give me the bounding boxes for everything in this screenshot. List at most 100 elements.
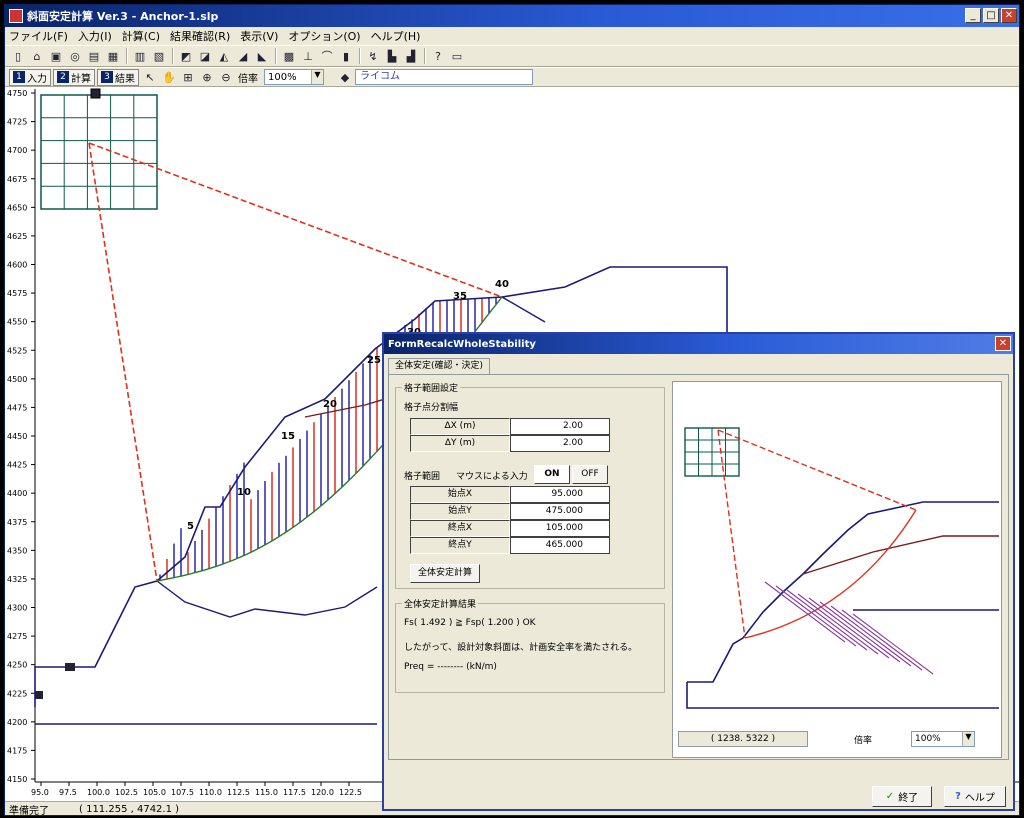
arc-icon[interactable]: ⌒ — [318, 47, 336, 65]
load-icon[interactable]: ◣ — [253, 47, 271, 65]
end-y-input[interactable]: 465.000 — [510, 537, 610, 554]
preview-zoom-value: 100% — [915, 734, 941, 744]
x-tick-label: 95.0 — [31, 788, 49, 797]
x-tick-label: 120.0 — [311, 788, 334, 797]
help-button[interactable]: ? ヘルプ — [944, 786, 1006, 807]
y-tick-label: 4675 — [7, 175, 27, 184]
exit-label: 終了 — [898, 793, 919, 804]
anchor-icon[interactable]: ⊥ — [299, 47, 317, 65]
chevron-down-icon: ▼ — [311, 70, 323, 84]
y-tick-label: 4550 — [7, 318, 27, 327]
menu-file[interactable]: ファイル(F) — [9, 28, 68, 44]
menu-input[interactable]: 入力(I) — [78, 28, 112, 44]
dialog-close-button[interactable]: ✕ — [995, 336, 1011, 351]
slice-number-label: 25 — [367, 355, 381, 366]
menu-results[interactable]: 結果確認(R) — [170, 28, 230, 44]
dx-label: ΔX (m) — [410, 418, 510, 435]
dx-input[interactable]: 2.00 — [510, 418, 610, 435]
x-tick-label: 122.5 — [339, 788, 362, 797]
y-tick-label: 4150 — [7, 775, 27, 784]
mode-input-button[interactable]: 1 入力 — [9, 68, 51, 86]
table-icon[interactable]: ▦ — [104, 47, 122, 65]
water-icon[interactable]: ◭ — [215, 47, 233, 65]
dy-input[interactable]: 2.00 — [510, 435, 610, 452]
dy-label: ΔY (m) — [410, 435, 510, 452]
x-tick-label: 117.5 — [283, 788, 306, 797]
result-group: 全体安定計算結果 Fs( 1.492 ) ≧ Fsp( 1.200 ) OK し… — [395, 597, 665, 693]
start-x-input[interactable]: 95.000 — [510, 486, 610, 503]
x-tick-label: 102.5 — [115, 788, 138, 797]
soil-icon[interactable]: ◪ — [196, 47, 214, 65]
window-title: 斜面安定計算 Ver.3 - Anchor-1.slp — [27, 10, 219, 23]
mode-toolbar: 1 入力 2 計算 3 結果 ↖ ✋ ⊞ ⊕ ⊖ 倍率 100% ▼ ◆ ライコム — [5, 67, 1019, 87]
slice-number-label: 35 — [453, 291, 467, 302]
preview-coords: ( 1238. 5322 ) — [678, 731, 808, 747]
mode-num: 1 — [13, 71, 25, 83]
y-tick-label: 4300 — [7, 604, 27, 613]
grid-border — [40, 94, 158, 210]
pointer-icon[interactable]: ↖ — [141, 68, 159, 86]
y-tick-label: 4750 — [7, 89, 27, 98]
zoom-select[interactable]: 100% ▼ — [264, 69, 324, 85]
menu-view[interactable]: 表示(V) — [240, 28, 278, 44]
x-tick-label: 97.5 — [59, 788, 77, 797]
print-preview-icon[interactable]: ◎ — [66, 47, 84, 65]
slice-number-label: 10 — [237, 487, 251, 498]
y-tick-label: 4400 — [7, 489, 27, 498]
y-tick-label: 4525 — [7, 346, 27, 355]
calc-icon[interactable]: ▮ — [337, 47, 355, 65]
preview-radius-right — [717, 429, 917, 511]
zoom-out-icon[interactable]: ⊖ — [217, 68, 235, 86]
layer-icon[interactable]: ◩ — [177, 47, 195, 65]
y-axis: 4750 4725 4700 4675 4650 4625 4600 4575 4550 4525… — [7, 89, 36, 784]
new-file-icon[interactable]: ▯ — [9, 47, 27, 65]
preview-zoom-select[interactable]: 100% ▼ — [911, 731, 975, 747]
menu-calc[interactable]: 計算(C) — [122, 28, 160, 44]
x-tick-label: 107.5 — [171, 788, 194, 797]
mouse-on-button[interactable]: ON — [534, 465, 570, 484]
open-file-icon[interactable]: ⌂ — [28, 47, 46, 65]
preview-anchor — [808, 597, 890, 659]
exit-button[interactable]: ✓ 終了 — [872, 786, 932, 807]
mouse-off-button[interactable]: OFF — [572, 465, 608, 484]
preview-base — [686, 682, 999, 709]
slope-icon[interactable]: ◢ — [234, 47, 252, 65]
mode-label: 入力 — [27, 73, 47, 85]
minimize-button[interactable]: _ — [965, 8, 981, 23]
y-tick-label: 4600 — [7, 261, 27, 270]
mode-calc-button[interactable]: 2 計算 — [53, 68, 95, 86]
end-x-input[interactable]: 105.000 — [510, 520, 610, 537]
zoom-in-icon[interactable]: ⊕ — [198, 68, 216, 86]
tab-whole-stability[interactable]: 全体安定(確認・決定) — [388, 358, 491, 374]
save-icon[interactable]: ▣ — [47, 47, 65, 65]
close-button[interactable]: ✕ — [1001, 8, 1017, 23]
cursor-coords: ( 111.255 , 4742.1 ) — [79, 804, 180, 815]
run-stability-button[interactable]: 全体安定計算 — [410, 564, 480, 583]
about-icon[interactable]: ▭ — [448, 47, 466, 65]
preview-drawing — [684, 427, 999, 709]
graph-icon[interactable]: ↯ — [364, 47, 382, 65]
pan-icon[interactable]: ✋ — [160, 68, 178, 86]
menu-help[interactable]: ヘルプ(H) — [371, 28, 421, 44]
menu-options[interactable]: オプション(O) — [288, 28, 360, 44]
lower-layer — [156, 580, 378, 618]
help-icon[interactable]: ? — [429, 47, 447, 65]
mode-num: 2 — [57, 71, 69, 83]
y-tick-label: 4175 — [7, 746, 27, 755]
report-icon[interactable]: ▟ — [402, 47, 420, 65]
zoom-window-icon[interactable]: ⊞ — [179, 68, 197, 86]
mode-result-button[interactable]: 3 結果 — [97, 68, 139, 86]
maximize-button[interactable]: □ — [983, 8, 999, 23]
copy-icon[interactable]: ▤ — [85, 47, 103, 65]
export-icon[interactable]: ▧ — [150, 47, 168, 65]
failure-radius-right — [88, 142, 503, 298]
start-y-input[interactable]: 475.000 — [510, 503, 610, 520]
slice-number-label: 20 — [323, 399, 337, 410]
print-icon[interactable]: ▥ — [131, 47, 149, 65]
y-tick-label: 4350 — [7, 546, 27, 555]
grid-marker — [90, 88, 101, 99]
chart-icon[interactable]: ▙ — [383, 47, 401, 65]
preview-panel[interactable] — [672, 381, 1002, 758]
slice-number-label: 5 — [187, 521, 194, 532]
grid-icon[interactable]: ▩ — [280, 47, 298, 65]
